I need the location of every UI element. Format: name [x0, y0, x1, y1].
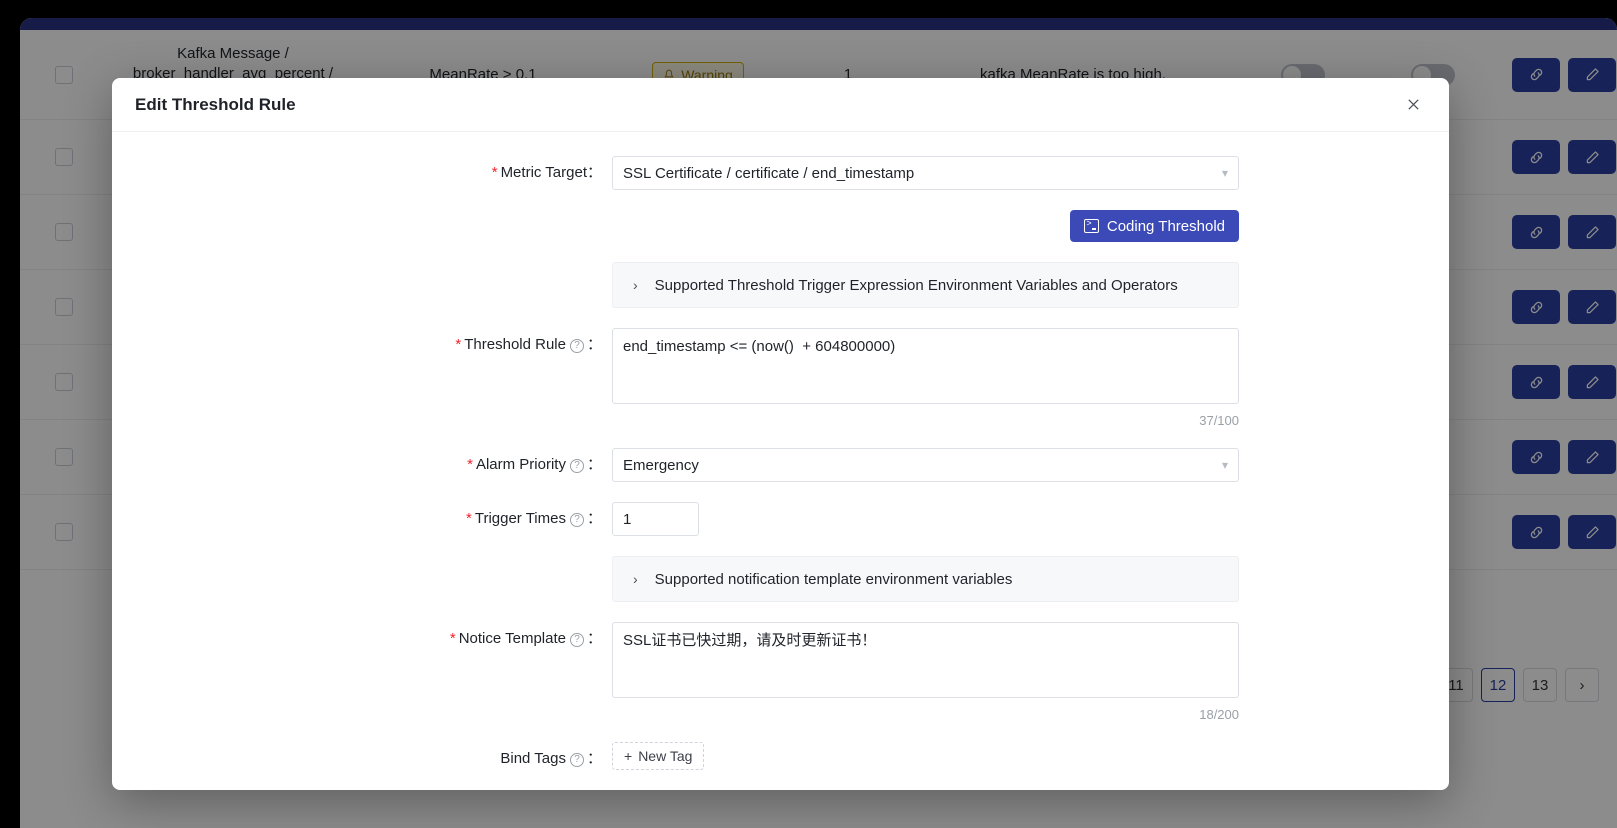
question-circle-icon[interactable]: ?: [569, 513, 584, 527]
label-colon: ：: [586, 164, 602, 181]
field-coding-threshold: Coding Threshold: [112, 210, 1449, 242]
required-asterisk: *: [491, 164, 498, 181]
field-alarm-priority: * Alarm Priority?： Emergency ▾: [112, 448, 1449, 482]
close-button[interactable]: [1399, 91, 1427, 119]
field-notification-panel: › Supported notification template enviro…: [112, 556, 1449, 602]
dialog-body: * Metric Target： SSL Certificate / certif…: [112, 132, 1449, 790]
new-tag-label: New Tag: [638, 748, 693, 764]
metric-target-label: * Metric Target：: [112, 156, 612, 190]
trigger-times-input[interactable]: [612, 502, 699, 536]
threshold-rule-control: end_timestamp <= (now() + 604800000) 37/…: [612, 328, 1239, 428]
question-circle-icon[interactable]: ?: [569, 633, 584, 647]
field-bind-tags: Bind Tags?： + New Tag: [112, 742, 1449, 776]
bind-tags-label: Bind Tags?：: [112, 742, 612, 776]
new-tag-button[interactable]: + New Tag: [612, 742, 705, 770]
notice-template-counter: 18/200: [1199, 707, 1239, 722]
bind-tags-label-text: Bind Tags: [500, 750, 566, 767]
question-circle-icon[interactable]: ?: [569, 459, 584, 473]
required-asterisk: *: [455, 336, 462, 353]
notice-template-label: * Notice Template?：: [112, 622, 612, 656]
threshold-rule-textarea[interactable]: end_timestamp <= (now() + 604800000): [612, 328, 1239, 404]
notice-template-label-text: Notice Template: [458, 630, 566, 647]
trigger-times-label: * Trigger Times?：: [112, 502, 612, 536]
field-expression-panel: › Supported Threshold Trigger Expression…: [112, 262, 1449, 308]
bind-tags-control: + New Tag: [612, 742, 1239, 770]
required-asterisk: *: [449, 630, 456, 647]
expression-variables-label: Supported Threshold Trigger Expression E…: [654, 276, 1178, 294]
notice-template-textarea[interactable]: SSL证书已快过期，请及时更新证书！: [612, 622, 1239, 698]
label-colon: ：: [586, 456, 602, 473]
dialog-header: Edit Threshold Rule: [112, 78, 1449, 132]
field-threshold-rule: * Threshold Rule?： end_timestamp <= (now(…: [112, 328, 1449, 428]
coding-threshold-button[interactable]: Coding Threshold: [1069, 210, 1239, 242]
coding-threshold-label: Coding Threshold: [1106, 217, 1225, 235]
alarm-priority-select[interactable]: Emergency ▾: [612, 448, 1239, 482]
metric-target-control: SSL Certificate / certificate / end_time…: [612, 156, 1239, 190]
field-notice-template: * Notice Template?： SSL证书已快过期，请及时更新证书！ 18…: [112, 622, 1449, 722]
expression-variables-accordion[interactable]: › Supported Threshold Trigger Expression…: [612, 262, 1239, 308]
label-colon: ：: [586, 630, 602, 647]
label-colon: ：: [586, 750, 602, 767]
metric-target-label-text: Metric Target: [500, 164, 587, 181]
field-trigger-times: * Trigger Times?：: [112, 502, 1449, 536]
screen: Kafka Message / broker_handler_avg_perce…: [0, 0, 1617, 828]
label-colon: ：: [586, 336, 602, 353]
terminal-icon: [1083, 218, 1099, 233]
chevron-down-icon: ▾: [1221, 166, 1228, 180]
dialog-title: Edit Threshold Rule: [135, 94, 296, 114]
required-asterisk: *: [467, 456, 473, 473]
threshold-rule-label-text: Threshold Rule: [464, 336, 566, 353]
question-circle-icon[interactable]: ?: [569, 339, 584, 353]
chevron-right-icon: ›: [633, 277, 638, 293]
metric-target-value: SSL Certificate / certificate / end_time…: [623, 164, 915, 182]
trigger-times-label-text: Trigger Times: [474, 510, 566, 527]
notice-template-control: SSL证书已快过期，请及时更新证书！ 18/200: [612, 622, 1239, 722]
alarm-priority-label-text: Alarm Priority: [475, 456, 566, 473]
notification-variables-accordion[interactable]: › Supported notification template enviro…: [612, 556, 1239, 602]
field-metric-target: * Metric Target： SSL Certificate / certif…: [112, 156, 1449, 190]
notification-panel-control: › Supported notification template enviro…: [612, 556, 1239, 602]
alarm-priority-label: * Alarm Priority?：: [112, 448, 612, 482]
coding-threshold-control: Coding Threshold: [612, 210, 1239, 242]
plus-icon: +: [624, 748, 633, 764]
close-icon: [1407, 99, 1419, 110]
notification-variables-label: Supported notification template environm…: [654, 570, 1013, 588]
expression-panel-control: › Supported Threshold Trigger Expression…: [612, 262, 1239, 308]
question-circle-icon[interactable]: ?: [569, 753, 584, 767]
trigger-times-control: [612, 502, 1239, 536]
required-asterisk: *: [466, 510, 472, 527]
chevron-down-icon: ▾: [1221, 458, 1228, 472]
chevron-right-icon: ›: [633, 571, 638, 587]
edit-threshold-rule-dialog: Edit Threshold Rule * Metric Target： SSL …: [112, 78, 1449, 790]
label-colon: ：: [586, 510, 602, 527]
alarm-priority-control: Emergency ▾: [612, 448, 1239, 482]
threshold-rule-counter: 37/100: [1199, 413, 1239, 428]
threshold-rule-label: * Threshold Rule?：: [112, 328, 612, 362]
metric-target-select[interactable]: SSL Certificate / certificate / end_time…: [612, 156, 1239, 190]
alarm-priority-value: Emergency: [623, 456, 699, 474]
